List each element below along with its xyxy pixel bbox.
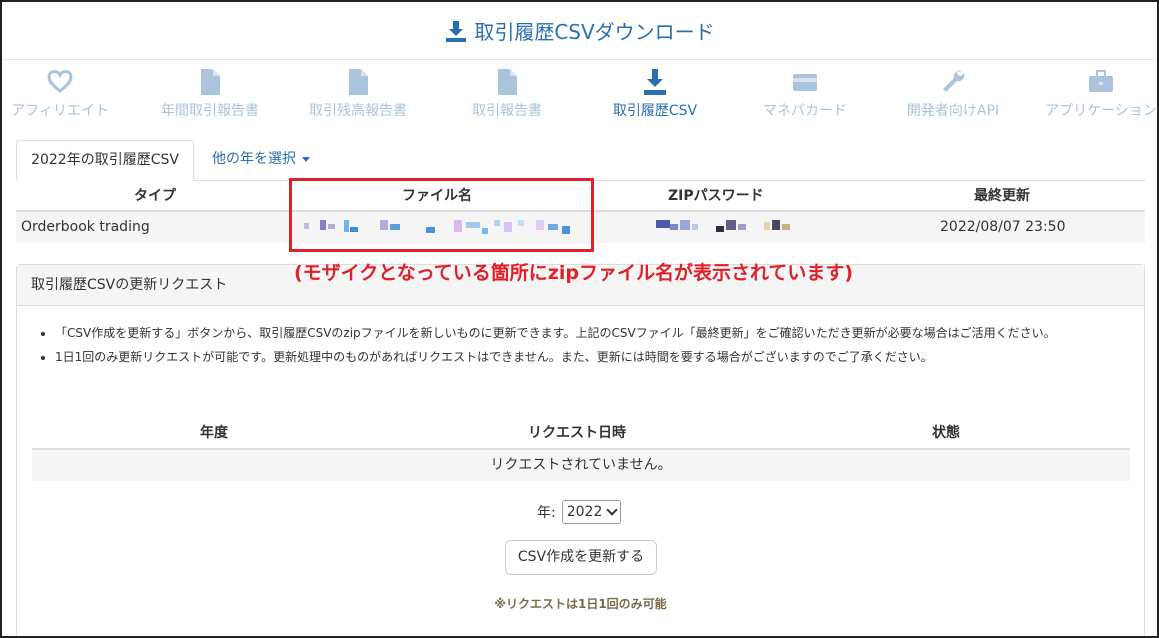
year-select-value: 2022 — [566, 504, 603, 520]
report-nav: アフィリエイト 年間取引報告書 取引残高報告書 取引報告書 取引履歴CSV マネ… — [2, 68, 1157, 128]
nav-label: アプリケーション — [1045, 103, 1157, 119]
year-select[interactable]: 2022 — [561, 500, 622, 524]
zip-password-mosaic[interactable] — [656, 220, 796, 234]
nav-label: 開発者向けAPI — [906, 103, 1000, 119]
briefcase-icon — [1089, 70, 1113, 92]
column-header-year: 年度 — [200, 425, 228, 441]
list-item: 「CSV作成を更新する」ボタンから、取引履歴CSVのzipファイルを新しいものに… — [55, 325, 1056, 341]
nav-item-balance-report[interactable]: 取引残高報告書 — [308, 68, 408, 120]
column-header-status: 状態 — [932, 425, 960, 441]
credit-card-icon — [793, 74, 817, 91]
app-window: 取引履歴CSVダウンロード アフィリエイト 年間取引報告書 取引残高報告書 取引… — [0, 0, 1159, 638]
highlight-box — [289, 178, 594, 252]
cell-last-updated: 2022/08/07 23:50 — [940, 219, 1066, 235]
update-csv-button[interactable]: CSV作成を更新する — [505, 540, 657, 575]
cell-type: Orderbook trading — [21, 219, 150, 235]
document-icon — [349, 69, 368, 95]
nav-label: アフィリエイト — [11, 103, 109, 119]
nav-item-affiliate[interactable]: アフィリエイト — [10, 68, 110, 120]
download-icon — [446, 20, 467, 42]
notes-list: 「CSV作成を更新する」ボタンから、取引履歴CSVのzipファイルを新しいものに… — [55, 325, 1056, 373]
nav-item-trade-history-csv[interactable]: 取引履歴CSV — [612, 68, 698, 120]
nav-item-developer-api[interactable]: 開発者向けAPI — [904, 68, 1002, 120]
year-selector: 年: 2022 — [537, 500, 622, 524]
document-icon — [201, 69, 220, 95]
nav-item-annual-report[interactable]: 年間取引報告書 — [160, 68, 260, 120]
nav-label: 年間取引報告書 — [161, 103, 259, 119]
page-header: 取引履歴CSVダウンロード — [2, 16, 1157, 56]
year-tabs: 2022年の取引履歴CSV 他の年を選択 — [16, 140, 1145, 181]
nav-item-trade-report[interactable]: 取引報告書 — [470, 68, 544, 120]
request-history-table: 年度 リクエスト日時 状態 リクエストされていません。 — [32, 418, 1130, 481]
nav-item-manepa-card[interactable]: マネパカード — [762, 68, 848, 120]
caret-down-icon — [302, 156, 310, 162]
list-item: 1日1回のみ更新リクエストが可能です。更新処理中のものがあればリクエストはできま… — [55, 349, 1056, 365]
nav-label: 取引報告書 — [472, 103, 542, 119]
document-icon — [498, 69, 517, 95]
page-title: 取引履歴CSVダウンロード — [474, 20, 715, 44]
chevron-down-icon — [606, 504, 619, 516]
table-header-row: 年度 リクエスト日時 状態 — [32, 418, 1130, 450]
request-limit-note: ※リクエストは1日1回のみ可能 — [494, 597, 667, 611]
nav-label: 取引残高報告書 — [309, 103, 407, 119]
column-header-type: タイプ — [134, 188, 176, 204]
nav-label: マネパカード — [763, 103, 847, 119]
column-header-zip-password: ZIPパスワード — [668, 188, 764, 204]
year-label: 年: — [537, 505, 556, 521]
annotation-note: (モザイクとなっている箇所にzipファイル名が表示されています) — [294, 262, 854, 284]
header-divider — [2, 59, 1157, 60]
tab-current-year[interactable]: 2022年の取引履歴CSV — [16, 140, 194, 181]
download-icon — [644, 69, 666, 95]
empty-row: リクエストされていません。 — [32, 450, 1130, 481]
nav-label: 取引履歴CSV — [612, 103, 698, 119]
tab-other-label: 他の年を選択 — [212, 151, 296, 167]
wrench-icon — [943, 70, 965, 92]
column-header-request-datetime: リクエスト日時 — [528, 425, 626, 441]
column-header-last-updated: 最終更新 — [974, 188, 1030, 204]
nav-item-applications[interactable]: アプリケーション — [1042, 68, 1157, 120]
update-request-panel: 取引履歴CSVの更新リクエスト 「CSV作成を更新する」ボタンから、取引履歴CS… — [16, 264, 1145, 636]
heart-icon — [47, 69, 73, 93]
tab-select-other-year[interactable]: 他の年を選択 — [212, 140, 310, 180]
